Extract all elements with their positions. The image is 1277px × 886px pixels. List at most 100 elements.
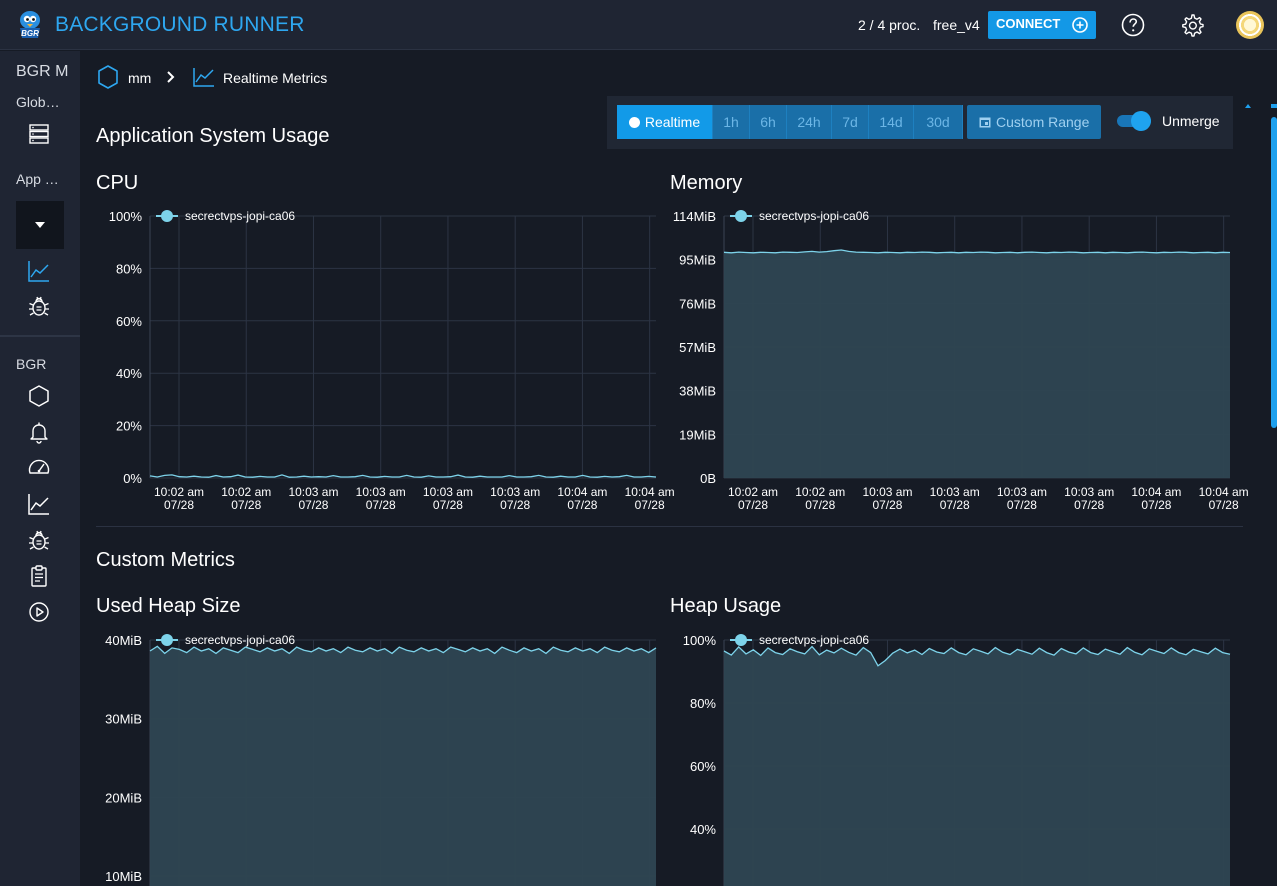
unmerge-toggle[interactable] xyxy=(1117,111,1151,131)
x-tick-label: 10:03 am xyxy=(288,485,338,499)
process-count: 2 / 4 proc. xyxy=(858,17,921,33)
chart-line-icon-secondary[interactable] xyxy=(26,491,52,517)
heap-usage-chart: 100%80%60%40%20%secrectvps-jopi-ca06 xyxy=(683,633,1231,886)
range-button-label: 24h xyxy=(797,114,821,130)
x-tick-label: 10:02 am xyxy=(154,485,204,499)
legend-swatch-dot xyxy=(735,634,747,646)
x-tick-label: 10:03 am xyxy=(1064,485,1114,499)
section-title-custom-metrics: Custom Metrics xyxy=(96,549,235,571)
toggle-knob xyxy=(1131,111,1151,131)
legend-swatch-dot xyxy=(161,634,173,646)
help-icon[interactable] xyxy=(1120,12,1146,38)
bug-icon-secondary[interactable] xyxy=(26,527,52,553)
custom-range-button[interactable]: Custom Range xyxy=(967,105,1101,139)
x-tick-date-label: 07/28 xyxy=(164,498,194,512)
scroll-up-arrow[interactable] xyxy=(1245,104,1251,108)
legend-swatch-dot xyxy=(735,210,747,222)
legend-label: secrectvps-jopi-ca06 xyxy=(759,633,869,647)
range-button-label: 30d xyxy=(926,114,950,130)
range-button-30d[interactable]: 30d xyxy=(914,105,963,139)
app-title[interactable]: BACKGROUND RUNNER xyxy=(55,13,305,37)
range-button-label: 7d xyxy=(842,114,858,130)
range-button-label: 14d xyxy=(879,114,903,130)
x-tick-date-label: 07/28 xyxy=(1141,498,1171,512)
x-tick-date-label: 07/28 xyxy=(1074,498,1104,512)
x-tick-date-label: 07/28 xyxy=(500,498,530,512)
unmerge-label: Unmerge xyxy=(1162,113,1220,129)
range-button-realtime[interactable]: Realtime xyxy=(617,105,713,139)
x-tick-label: 10:02 am xyxy=(795,485,845,499)
custom-range-label: Custom Range xyxy=(996,114,1090,130)
y-tick-label: 114MiB xyxy=(673,209,716,224)
y-tick-label: 60% xyxy=(690,759,716,774)
memory-chart: 114MiB 95MiB 76MiB 57MiB 38MiB 19MiB 0B 10:02 a… xyxy=(673,209,1249,512)
bgr-logo-icon[interactable]: BGR xyxy=(12,8,48,42)
x-tick-label: 10:03 am xyxy=(356,485,406,499)
clipboard-icon[interactable] xyxy=(26,563,52,589)
x-tick-label: 10:03 am xyxy=(930,485,980,499)
play-circle-icon[interactable] xyxy=(26,599,52,625)
sidebar-section-bgr-m: BGR M xyxy=(16,63,69,80)
logo-text: BGR xyxy=(21,29,39,38)
legend-label: secrectvps-jopi-ca06 xyxy=(185,209,295,223)
sidebar-app-label: App … xyxy=(16,171,59,187)
connect-button[interactable]: CONNECT xyxy=(988,11,1096,39)
breadcrumb-current-page: Realtime Metrics xyxy=(223,70,328,86)
x-tick-label: 10:03 am xyxy=(423,485,473,499)
chart-line-icon xyxy=(193,68,214,87)
chart-title-heap-usage: Heap Usage xyxy=(670,595,782,617)
bug-icon[interactable] xyxy=(26,293,52,319)
x-tick-date-label: 07/28 xyxy=(1209,498,1239,512)
y-tick-label: 40% xyxy=(690,822,716,837)
range-button-14d[interactable]: 14d xyxy=(869,105,914,139)
y-tick-label: 40MiB xyxy=(105,633,142,648)
gear-icon[interactable] xyxy=(1179,12,1205,38)
range-button-24h[interactable]: 24h xyxy=(787,105,832,139)
hexagon-icon[interactable] xyxy=(26,383,52,409)
x-tick-label: 10:03 am xyxy=(490,485,540,499)
y-tick-label: 20MiB xyxy=(105,790,142,805)
y-tick-label: 0B xyxy=(700,471,716,486)
scrollbar-thumb[interactable] xyxy=(1271,117,1277,428)
plan-name: free_v4 xyxy=(933,17,980,33)
chevron-right-icon xyxy=(167,71,175,83)
x-tick-date-label: 07/28 xyxy=(567,498,597,512)
range-button-label: 1h xyxy=(723,114,739,130)
x-tick-label: 10:03 am xyxy=(862,485,912,499)
range-button-7d[interactable]: 7d xyxy=(832,105,869,139)
y-tick-label: 0% xyxy=(123,471,142,486)
range-button-label: Realtime xyxy=(644,114,701,130)
app-root: BGR BACKGROUND RUNNER 2 / 4 proc. free_v… xyxy=(0,0,1277,886)
gauge-icon[interactable] xyxy=(26,454,52,480)
chart-title-used-heap-size: Used Heap Size xyxy=(96,595,241,617)
sidebar: BGR M Glob… App … BGR xyxy=(0,51,80,886)
connect-label: CONNECT xyxy=(996,16,1061,31)
x-tick-date-label: 07/28 xyxy=(433,498,463,512)
range-button-6h[interactable]: 6h xyxy=(750,105,787,139)
server-icon[interactable] xyxy=(26,121,52,147)
range-button-label: 6h xyxy=(760,114,776,130)
x-tick-date-label: 07/28 xyxy=(738,498,768,512)
section-title-system-usage: Application System Usage xyxy=(96,125,330,147)
x-tick-date-label: 07/28 xyxy=(872,498,902,512)
breadcrumb-project-link[interactable]: mm xyxy=(128,70,151,86)
legend-label: secrectvps-jopi-ca06 xyxy=(185,633,295,647)
chart-line-icon[interactable] xyxy=(26,258,52,284)
used-heap-size-chart: 40MiB 30MiB 20MiB 10MiB secrectvps-jopi-ca06 xyxy=(105,633,657,886)
series-area xyxy=(150,646,656,886)
scrollbar-top-cap xyxy=(1271,104,1277,108)
y-tick-label: 57MiB xyxy=(679,340,716,355)
x-tick-label: 10:03 am xyxy=(997,485,1047,499)
x-tick-date-label: 07/28 xyxy=(366,498,396,512)
app-select-dropdown[interactable] xyxy=(16,201,64,249)
range-button-1h[interactable]: 1h xyxy=(713,105,750,139)
chevron-down-icon xyxy=(35,222,45,228)
calendar-icon xyxy=(979,117,991,128)
x-tick-label: 10:04 am xyxy=(557,485,607,499)
section-divider xyxy=(96,526,1243,527)
user-avatar[interactable] xyxy=(1236,11,1264,39)
x-tick-date-label: 07/28 xyxy=(635,498,665,512)
cpu-chart: 100%80%60%40%20%0%10:02 am07/2810:02 am0… xyxy=(109,209,675,512)
bell-icon[interactable] xyxy=(26,419,52,445)
live-dot-icon xyxy=(628,117,640,128)
